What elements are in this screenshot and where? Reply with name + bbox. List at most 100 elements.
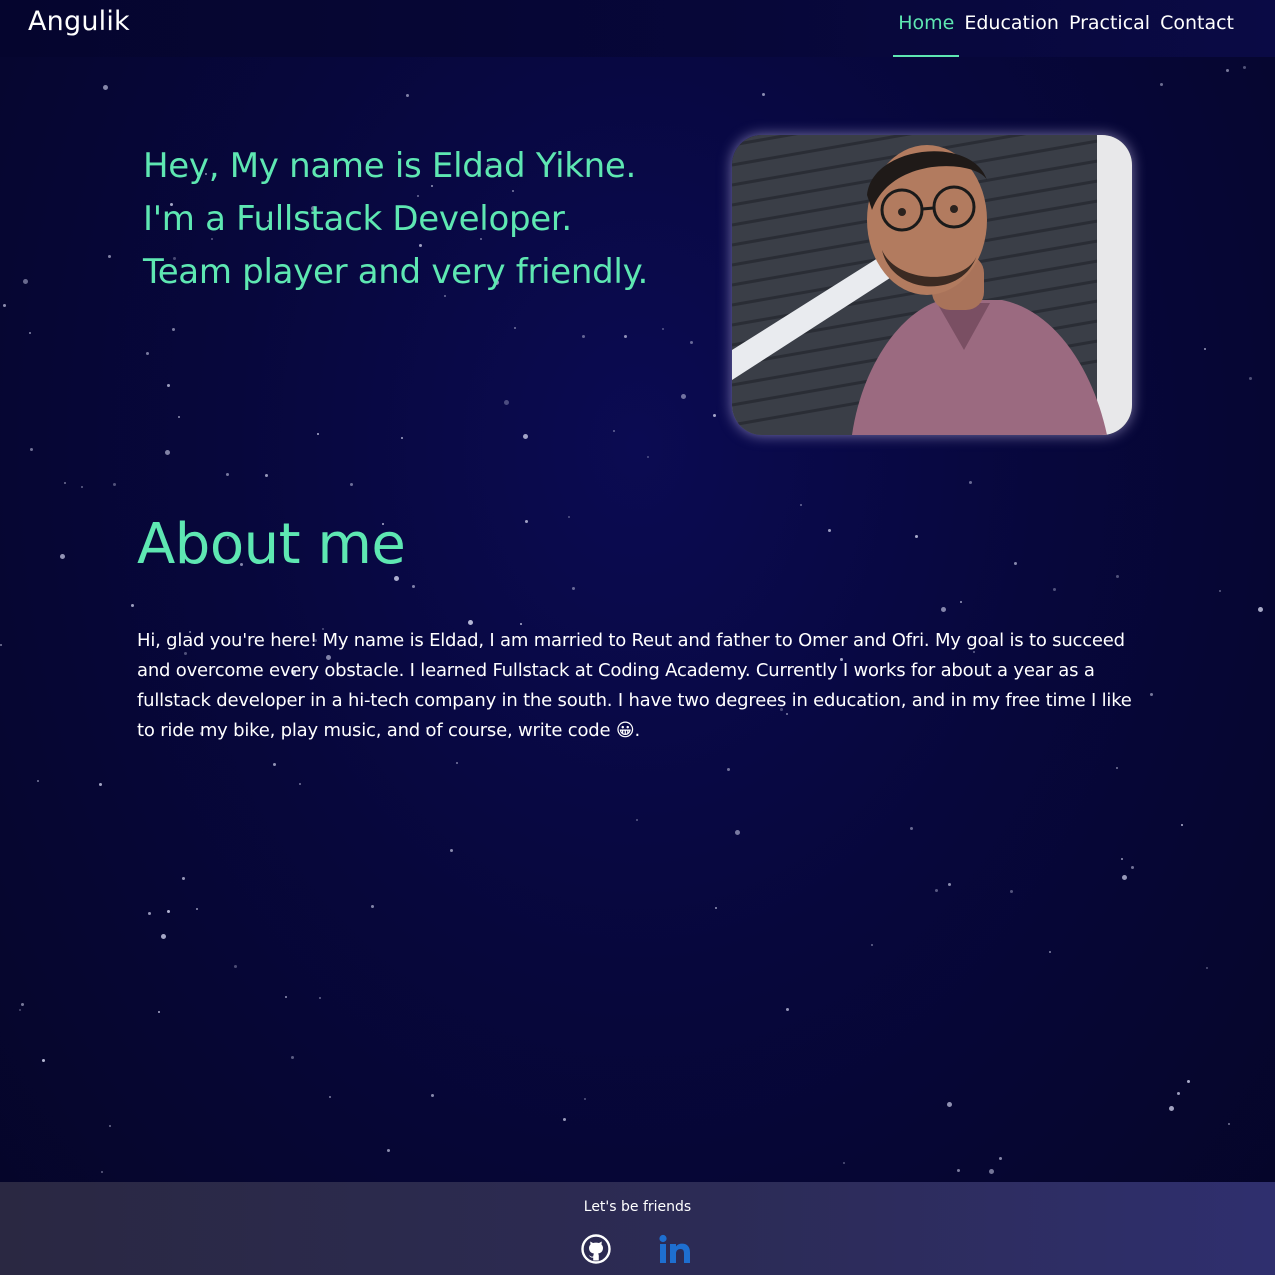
star	[329, 1096, 331, 1098]
star	[371, 905, 374, 908]
star	[1219, 590, 1221, 592]
star	[350, 483, 353, 486]
star	[1181, 824, 1183, 826]
star	[613, 430, 615, 432]
star	[182, 877, 185, 880]
star	[525, 520, 528, 523]
star	[406, 94, 409, 97]
star	[1121, 858, 1123, 860]
star	[101, 1171, 103, 1173]
star	[273, 763, 276, 766]
nav-practical[interactable]: Practical	[1064, 12, 1155, 57]
star	[690, 341, 693, 344]
star	[412, 585, 415, 588]
star	[941, 607, 946, 612]
star	[30, 448, 33, 451]
star	[523, 434, 528, 439]
star	[317, 433, 319, 435]
about-title: About me	[137, 512, 406, 577]
linkedin-icon	[659, 1234, 690, 1263]
star	[299, 783, 301, 785]
star	[572, 587, 575, 590]
star	[727, 768, 730, 771]
star	[1228, 1123, 1230, 1125]
profile-photo	[732, 135, 1132, 435]
hero-line-name: Hey, My name is Eldad Yikne.	[143, 146, 636, 186]
star	[504, 400, 509, 405]
star	[167, 910, 170, 913]
star	[871, 944, 873, 946]
star	[42, 1059, 45, 1062]
nav-home[interactable]: Home	[893, 12, 960, 57]
nav-contact[interactable]: Contact	[1155, 12, 1239, 57]
star	[843, 1162, 845, 1164]
star	[713, 414, 716, 417]
footer-title: Let's be friends	[583, 1199, 692, 1215]
star	[948, 883, 951, 886]
star	[113, 483, 116, 486]
star	[828, 529, 831, 532]
star	[636, 819, 638, 821]
star	[468, 620, 473, 625]
github-icon	[581, 1234, 611, 1264]
star	[910, 827, 913, 830]
star	[146, 352, 149, 355]
star	[1206, 967, 1208, 969]
star	[647, 456, 649, 458]
star	[915, 535, 918, 538]
star	[401, 437, 403, 439]
nav-education[interactable]: Education	[959, 12, 1064, 57]
star	[735, 830, 740, 835]
star	[60, 554, 65, 559]
star	[1014, 562, 1017, 565]
star	[196, 908, 198, 910]
star	[568, 516, 570, 518]
star	[108, 255, 111, 258]
star	[624, 335, 627, 338]
star	[762, 93, 765, 96]
star	[582, 335, 585, 338]
star	[109, 1125, 111, 1127]
star	[999, 1157, 1002, 1160]
footer: Let's be friends	[0, 1182, 1275, 1275]
star	[1226, 69, 1229, 72]
star	[662, 328, 664, 330]
hero-intro: Hey, My name is Eldad Yikne. I'm a Fulls…	[143, 140, 713, 299]
star	[29, 332, 31, 334]
star	[520, 623, 522, 625]
star	[715, 907, 717, 909]
navbar: Angulik Home Education Practical Contact	[0, 0, 1275, 57]
star	[1122, 875, 1127, 880]
linkedin-link[interactable]	[659, 1234, 693, 1268]
star	[64, 482, 66, 484]
star	[226, 473, 229, 476]
star	[265, 474, 268, 477]
star	[1010, 890, 1013, 893]
star	[0, 644, 2, 646]
star	[431, 1094, 434, 1097]
star	[319, 997, 321, 999]
star	[99, 783, 102, 786]
github-link[interactable]	[581, 1234, 611, 1268]
star	[1131, 866, 1134, 869]
star	[1249, 377, 1252, 380]
star	[1150, 693, 1153, 696]
star	[957, 1169, 960, 1172]
star	[161, 934, 166, 939]
star	[1116, 575, 1119, 578]
star	[1053, 588, 1056, 591]
star	[1049, 951, 1051, 953]
star	[1204, 348, 1206, 350]
hero-line-trait: Team player and very friendly.	[143, 252, 649, 292]
star	[989, 1169, 994, 1174]
brand-logo[interactable]: Angulik	[28, 6, 130, 37]
star	[456, 762, 458, 764]
star	[23, 279, 28, 284]
star	[285, 996, 287, 998]
star	[450, 849, 453, 852]
star	[1116, 767, 1118, 769]
about-text: Hi, glad you're here! My name is Eldad, …	[137, 630, 1132, 741]
star	[172, 328, 175, 331]
star	[103, 85, 108, 90]
star	[800, 504, 802, 506]
